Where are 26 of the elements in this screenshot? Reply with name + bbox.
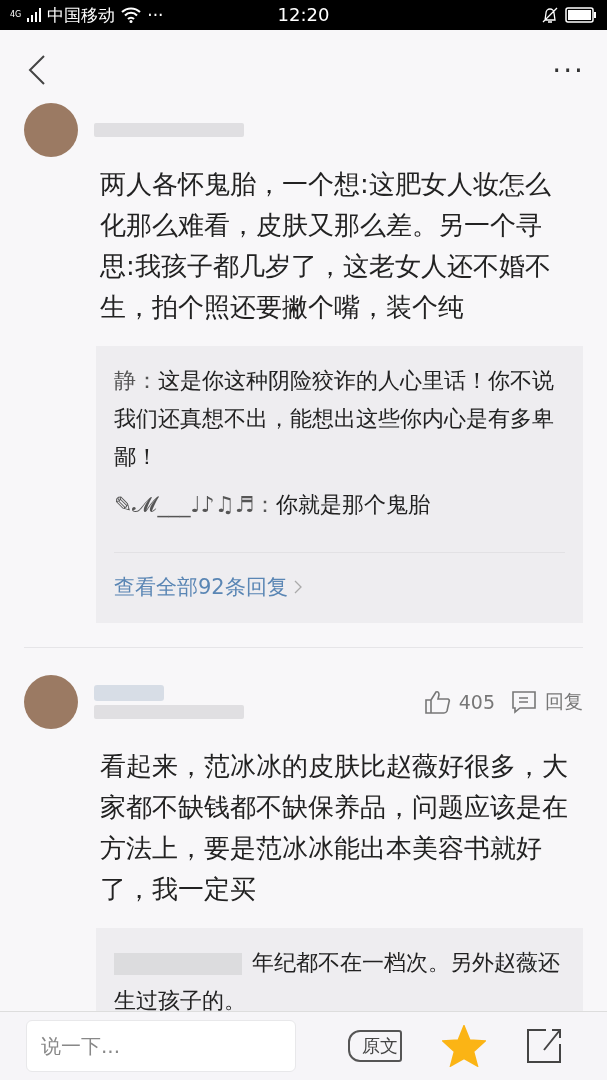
- thumbs-up-icon[interactable]: [424, 690, 451, 714]
- chevron-right-icon: [293, 580, 302, 594]
- more-button[interactable]: ···: [552, 53, 585, 87]
- reply-text: ✎𝓜___♩♪♫♬：你就是那个鬼胎: [114, 491, 432, 520]
- carrier-name: 中国移动: [47, 3, 116, 27]
- original-article-button[interactable]: 原文: [348, 1030, 402, 1062]
- battery-icon: [565, 7, 597, 23]
- comment-text: 看起来，范冰冰的皮肤比赵薇好很多，大家都不缺钱都不缺保养品，问题应该是在方法上，要是范冰冰能出本美容书就好了，我一定买: [99, 750, 569, 906]
- bell-off-icon: [541, 6, 559, 24]
- avatar[interactable]: [24, 675, 78, 729]
- comment-text: 两人各怀鬼胎，一个想:这肥女人妆怎么化那么难看，皮肤又那么差。另一个寻思:我孩子都几岁了，这老女人还不婚不生，拍个照还要撇个嘴，装个纯: [99, 168, 552, 324]
- back-icon[interactable]: [28, 55, 46, 85]
- reply-text: 静：这是你这种阴险狡诈的人心里话！你不说我们还真想不出，能想出这些你内心是有多卑鄙！: [114, 367, 555, 471]
- favorite-star-icon[interactable]: [442, 1025, 486, 1067]
- signal-icon: [27, 8, 42, 22]
- comment-input[interactable]: 说一下...: [26, 1020, 296, 1072]
- more-indicator: ···: [147, 5, 164, 25]
- reply-link[interactable]: 回复: [545, 689, 583, 715]
- like-count: 405: [458, 691, 495, 713]
- avatar[interactable]: [24, 103, 78, 157]
- wifi-icon: [121, 7, 142, 23]
- share-icon[interactable]: [526, 1028, 562, 1064]
- comment-icon[interactable]: [511, 690, 537, 714]
- network-label: 4G: [10, 11, 22, 19]
- clock-time: 12:20: [276, 4, 331, 25]
- blurred-name: [94, 685, 164, 701]
